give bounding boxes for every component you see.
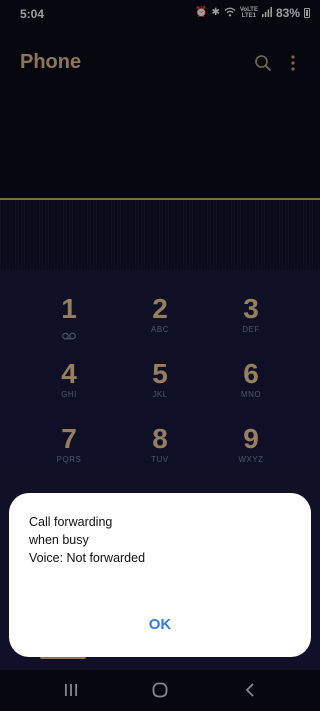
dialog-line-2: when busy — [29, 533, 89, 547]
phone-screen: 5:04 ⏰ ✱ VoLTE LTE1 83% Phone 1 2 ABC 3 … — [0, 0, 320, 711]
call-forwarding-dialog: Call forwarding when busy Voice: Not for… — [9, 493, 311, 657]
dialog-line-3: Voice: Not forwarded — [29, 551, 146, 565]
ok-button[interactable]: OK — [129, 611, 191, 639]
dialog-line-1: Call forwarding — [29, 515, 113, 529]
dialog-message: Call forwarding when busy Voice: Not for… — [29, 513, 289, 567]
